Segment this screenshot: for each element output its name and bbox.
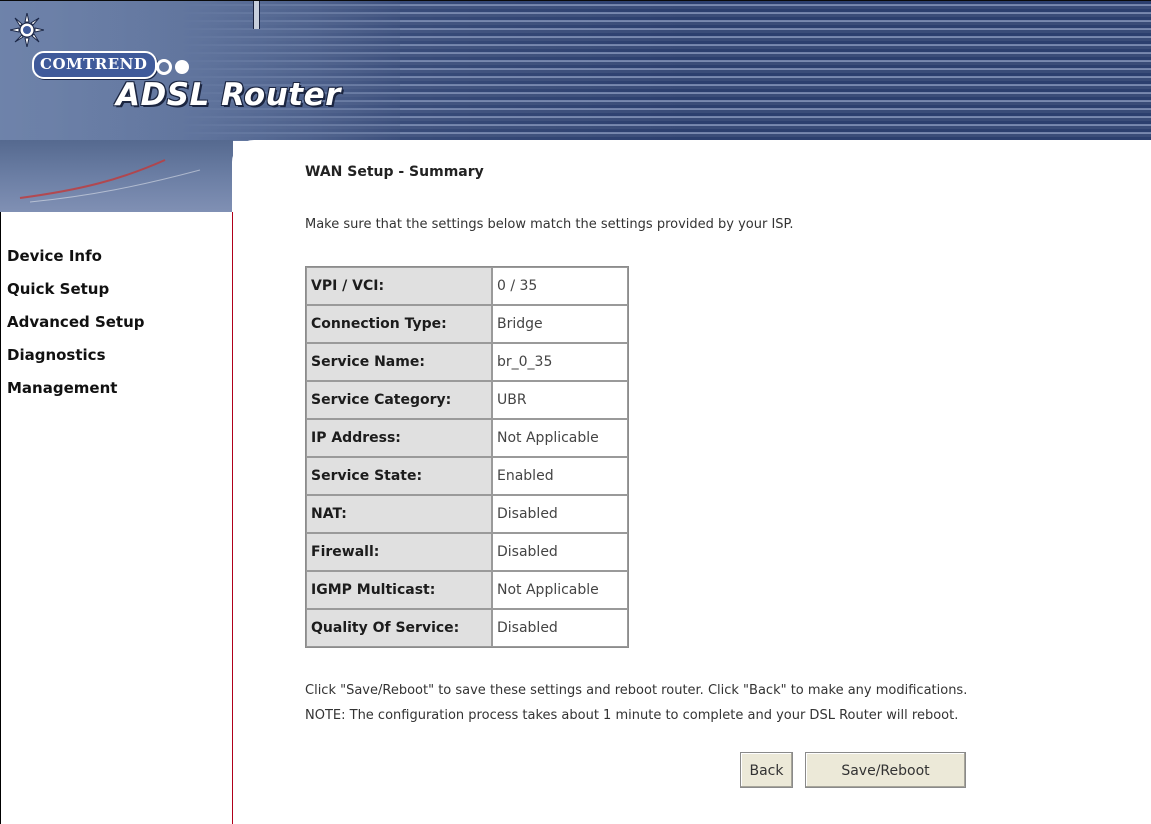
table-row: Service Name: br_0_35 [306, 343, 628, 381]
table-row: VPI / VCI: 0 / 35 [306, 267, 628, 305]
router-admin-page: COMTREND ADSL Router Device Info Quick S… [0, 0, 1151, 824]
logo-dots [156, 56, 192, 75]
row-value-ip-address: Not Applicable [492, 419, 628, 457]
save-reboot-button[interactable]: Save/Reboot [805, 752, 966, 788]
row-value-connection-type: Bridge [492, 305, 628, 343]
row-value-firewall: Disabled [492, 533, 628, 571]
sidebar-header-band [0, 140, 233, 212]
row-value-vpi-vci: 0 / 35 [492, 267, 628, 305]
header-banner: COMTREND ADSL Router [0, 0, 1151, 141]
sidebar-item-device-info[interactable]: Device Info [7, 240, 145, 273]
row-label-quality-of-service: Quality Of Service: [306, 609, 492, 647]
logo-solid-dot [175, 59, 189, 74]
table-row: Service Category: UBR [306, 381, 628, 419]
table-row: Connection Type: Bridge [306, 305, 628, 343]
row-label-nat: NAT: [306, 495, 492, 533]
row-value-nat: Disabled [492, 495, 628, 533]
sidebar-item-diagnostics[interactable]: Diagnostics [7, 339, 145, 372]
table-row: NAT: Disabled [306, 495, 628, 533]
comtrend-sun-logo-icon [10, 13, 44, 47]
back-button[interactable]: Back [740, 752, 793, 788]
note-line-save-reboot: Click "Save/Reboot" to save these settin… [305, 683, 968, 698]
sidebar-item-management[interactable]: Management [7, 372, 145, 405]
row-value-service-category: UBR [492, 381, 628, 419]
instruction-note: Click "Save/Reboot" to save these settin… [305, 678, 967, 728]
table-row: Quality Of Service: Disabled [306, 609, 628, 647]
product-title: ADSL Router [116, 77, 341, 113]
sidebar-menu: Device Info Quick Setup Advanced Setup D… [7, 240, 145, 405]
table-row: IGMP Multicast: Not Applicable [306, 571, 628, 609]
row-label-vpi-vci: VPI / VCI: [306, 267, 492, 305]
row-label-firewall: Firewall: [306, 533, 492, 571]
sidebar-item-quick-setup[interactable]: Quick Setup [7, 273, 145, 306]
sidebar-item-advanced-setup[interactable]: Advanced Setup [7, 306, 145, 339]
table-row: Service State: Enabled [306, 457, 628, 495]
sidebar: Device Info Quick Setup Advanced Setup D… [0, 212, 233, 824]
row-value-service-name: br_0_35 [492, 343, 628, 381]
swoosh-decoration [19, 159, 201, 203]
intro-text: Make sure that the settings below match … [305, 217, 794, 232]
row-label-ip-address: IP Address: [306, 419, 492, 457]
table-row: IP Address: Not Applicable [306, 419, 628, 457]
row-label-service-name: Service Name: [306, 343, 492, 381]
row-label-connection-type: Connection Type: [306, 305, 492, 343]
row-value-igmp-multicast: Not Applicable [492, 571, 628, 609]
row-label-service-state: Service State: [306, 457, 492, 495]
page-title: WAN Setup - Summary [305, 164, 484, 180]
table-row: Firewall: Disabled [306, 533, 628, 571]
brand-logo: COMTREND [6, 11, 296, 131]
note-line-reboot-time: NOTE: The configuration process takes ab… [305, 708, 959, 723]
row-label-igmp-multicast: IGMP Multicast: [306, 571, 492, 609]
row-value-quality-of-service: Disabled [492, 609, 628, 647]
row-label-service-category: Service Category: [306, 381, 492, 419]
logo-ring-dot [156, 58, 172, 75]
row-value-service-state: Enabled [492, 457, 628, 495]
wan-summary-table: VPI / VCI: 0 / 35 Connection Type: Bridg… [305, 266, 629, 648]
company-logo-text: COMTREND [32, 51, 158, 79]
